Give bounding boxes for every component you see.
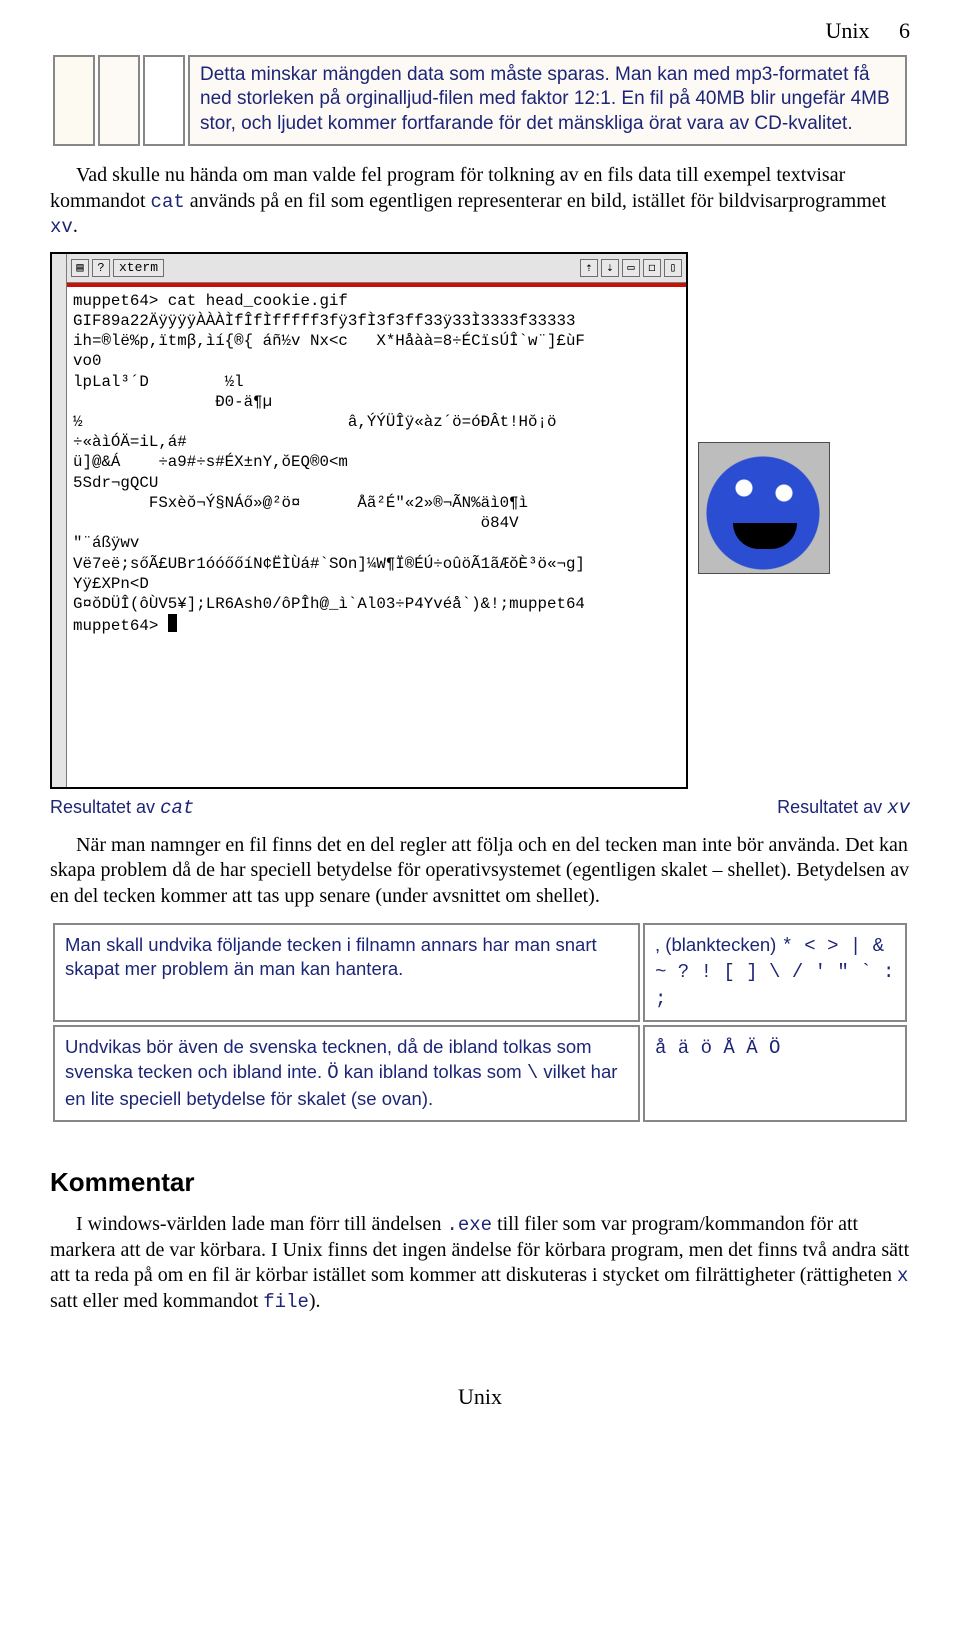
menu-icon[interactable]: ▤ (71, 259, 89, 277)
maximize-icon[interactable]: ◻ (643, 259, 661, 277)
page-footer: Unix (50, 1384, 910, 1410)
intro-table: Detta minskar mängden data som måste spa… (50, 52, 910, 149)
text: Resultatet av (50, 797, 160, 817)
text: ). (309, 1290, 321, 1312)
resize-icon[interactable]: ▭ (622, 259, 640, 277)
char-table: Man skall undvika följande tecken i filn… (50, 920, 910, 1126)
xterm-output: muppet64> cat head_cookie.gif GIF89a22Äÿ… (67, 287, 686, 787)
xterm-left-gutter (52, 254, 67, 787)
help-icon[interactable]: ? (92, 259, 110, 277)
paragraph-2: När man namnger en fil finns det en del … (50, 833, 910, 910)
spacer-cell (143, 55, 185, 146)
paragraph-1: Vad skulle nu hända om man valde fel pro… (50, 163, 910, 240)
text: , (blanktecken) (655, 934, 781, 955)
code-cat: cat (160, 797, 194, 819)
code-backslash: \ (527, 1062, 538, 1084)
text: används på en fil som egentligen represe… (185, 190, 886, 212)
code-file: file (263, 1291, 309, 1313)
scroll-down-icon[interactable]: ⇣ (601, 259, 619, 277)
minimize-icon[interactable]: ▯ (664, 259, 682, 277)
swedish-chars-list: å ä ö Å Ä Ö (643, 1025, 907, 1122)
cursor-icon (168, 614, 177, 632)
paragraph-kommentar: I windows-världen lade man förr till änd… (50, 1212, 910, 1314)
text: kan ibland tolkas som (339, 1061, 527, 1082)
window-title: xterm (113, 259, 164, 277)
code-exe: .exe (446, 1214, 492, 1236)
char-codes: å ä ö Å Ä Ö (655, 1037, 780, 1059)
text: Resultatet av (777, 797, 887, 817)
swedish-chars-desc: Undvikas bör även de svenska tecknen, då… (53, 1025, 640, 1122)
terminal-text: muppet64> cat head_cookie.gif GIF89a22Äÿ… (73, 292, 585, 636)
avoid-chars-list: , (blanktecken) * < > | & ~ ? ! [ ] \ / … (643, 923, 907, 1023)
code-cat: cat (151, 191, 185, 213)
xterm-toolbar: ▤ ? xterm ⇡ ⇣ ▭ ◻ ▯ (67, 254, 686, 283)
page-header: Unix 6 (50, 14, 910, 52)
scroll-up-icon[interactable]: ⇡ (580, 259, 598, 277)
code-xv: xv (887, 797, 910, 819)
caption-right: Resultatet av xv (777, 797, 910, 819)
intro-text: Detta minskar mängden data som måste spa… (188, 55, 907, 146)
spacer-cell (53, 55, 95, 146)
caption-left: Resultatet av cat (50, 797, 194, 819)
code-x: x (897, 1265, 908, 1287)
code-xv: xv (50, 216, 73, 238)
cookie-monster-image (698, 442, 830, 574)
header-title: Unix (826, 18, 870, 43)
heading-kommentar: Kommentar (50, 1167, 910, 1198)
text: satt eller med kommandot (50, 1290, 263, 1312)
avoid-chars-desc: Man skall undvika följande tecken i filn… (53, 923, 640, 1023)
text: I windows-världen lade man förr till änd… (76, 1213, 446, 1235)
text: . (73, 215, 78, 237)
code-o: Ö (327, 1062, 338, 1084)
xterm-window: ▤ ? xterm ⇡ ⇣ ▭ ◻ ▯ muppet64> cat head_c… (50, 252, 688, 789)
page-number: 6 (899, 18, 910, 43)
spacer-cell (98, 55, 140, 146)
